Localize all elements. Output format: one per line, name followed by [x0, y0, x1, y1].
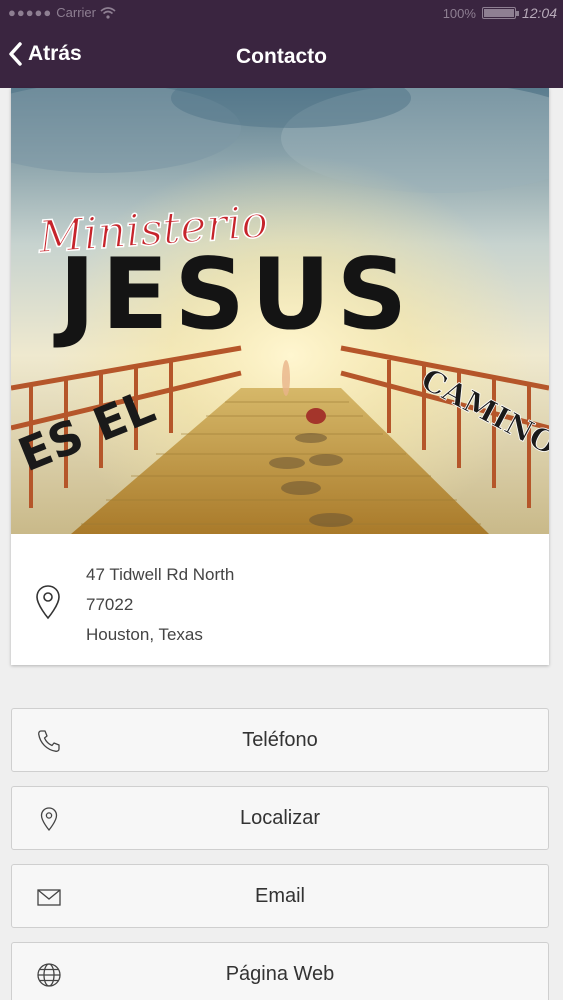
banner-illustration: Ministerio JESUS ES EL CAMINO [11, 88, 549, 534]
address-text: 47 Tidwell Rd North 77022 Houston, Texas [86, 560, 234, 650]
address-line-3: Houston, Texas [86, 625, 203, 644]
signal-dots-icon: ●●●●● [8, 5, 53, 20]
wifi-icon [100, 6, 116, 19]
battery-percent: 100% [442, 5, 476, 21]
ministry-banner-image: Ministerio JESUS ES EL CAMINO [11, 88, 549, 534]
page-title: Contacto [236, 45, 327, 68]
status-time: 12:04 [521, 5, 557, 21]
address-section: 47 Tidwell Rd North 77022 Houston, Texas [11, 534, 549, 665]
phone-button[interactable]: Teléfono [11, 708, 549, 772]
address-line-2: 77022 [86, 595, 134, 614]
top-bar: ●●●●● Carrier 100% 12:04 Atrás Contacto [0, 0, 563, 88]
location-pin-icon [36, 585, 60, 620]
email-button[interactable]: Email [11, 864, 549, 928]
website-button-label: Página Web [225, 963, 335, 985]
status-left: ●●●●● Carrier [8, 5, 116, 20]
nav-bar: Atrás Contacto [0, 26, 563, 88]
contact-card: Ministerio JESUS ES EL CAMINO 47 Tidwell… [11, 88, 549, 665]
website-button[interactable]: Página Web [11, 942, 549, 1000]
locate-button[interactable]: Localizar [11, 786, 549, 850]
phone-button-label: Teléfono [242, 729, 318, 751]
status-right: 100% 12:04 [443, 5, 557, 21]
locate-button-label: Localizar [239, 807, 321, 829]
battery-fill [483, 9, 514, 17]
carrier-label: Carrier [56, 5, 96, 20]
battery-icon [481, 7, 519, 19]
email-button-label: Email [254, 885, 305, 907]
address-line-1: 47 Tidwell Rd North [86, 565, 235, 584]
logo-jesus: JESUS [53, 238, 413, 352]
status-bar: ●●●●● Carrier 100% 12:04 [0, 0, 563, 26]
